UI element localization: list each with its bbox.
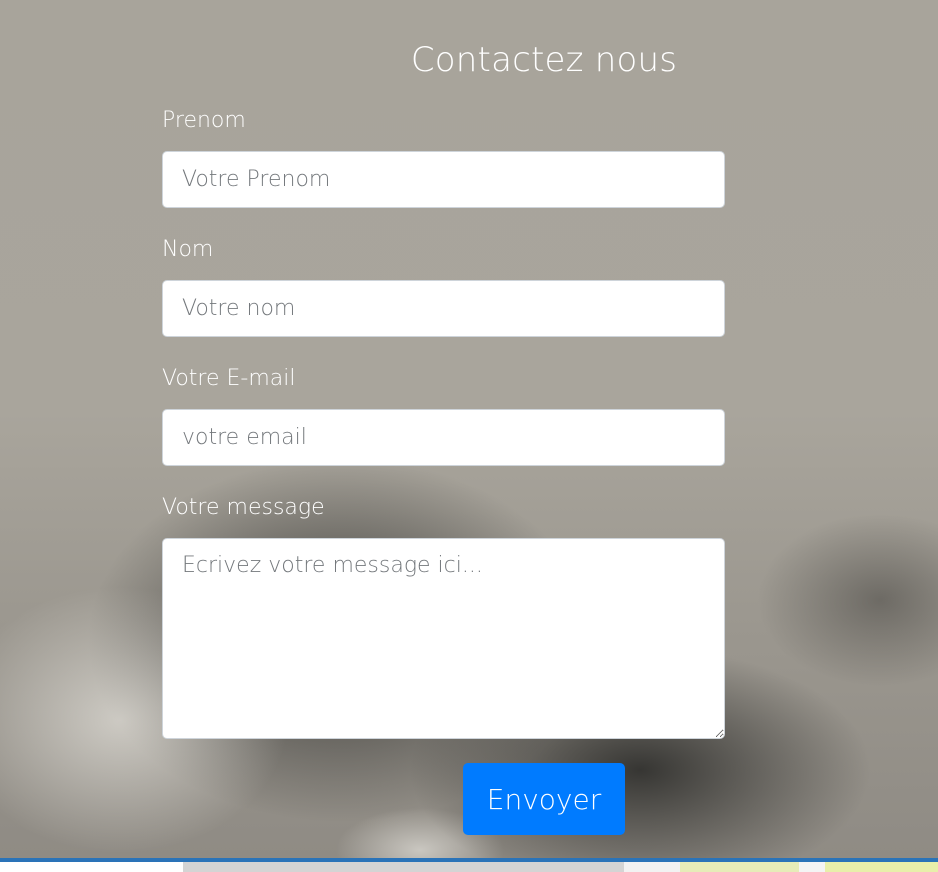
send-button[interactable]: Envoyer (463, 763, 625, 835)
footer-segment (680, 862, 799, 872)
footer-strip (0, 862, 938, 872)
lastname-input[interactable] (162, 280, 725, 337)
email-label: Votre E-mail (162, 366, 296, 391)
footer-segment (0, 862, 183, 872)
message-label: Votre message (162, 495, 325, 520)
firstname-label: Prenom (162, 108, 246, 133)
lastname-label: Nom (162, 237, 214, 262)
firstname-input[interactable] (162, 151, 725, 208)
footer-segment (825, 862, 938, 872)
email-input[interactable] (162, 409, 725, 466)
footer-segment (624, 862, 680, 872)
message-textarea[interactable] (162, 538, 725, 739)
submit-row: Envoyer (0, 763, 938, 835)
page-title: Contactez nous (410, 40, 678, 80)
footer-segment (183, 862, 624, 872)
contact-form: Prenom Nom Votre E-mail Votre message (162, 104, 725, 763)
footer-segment (799, 862, 825, 872)
